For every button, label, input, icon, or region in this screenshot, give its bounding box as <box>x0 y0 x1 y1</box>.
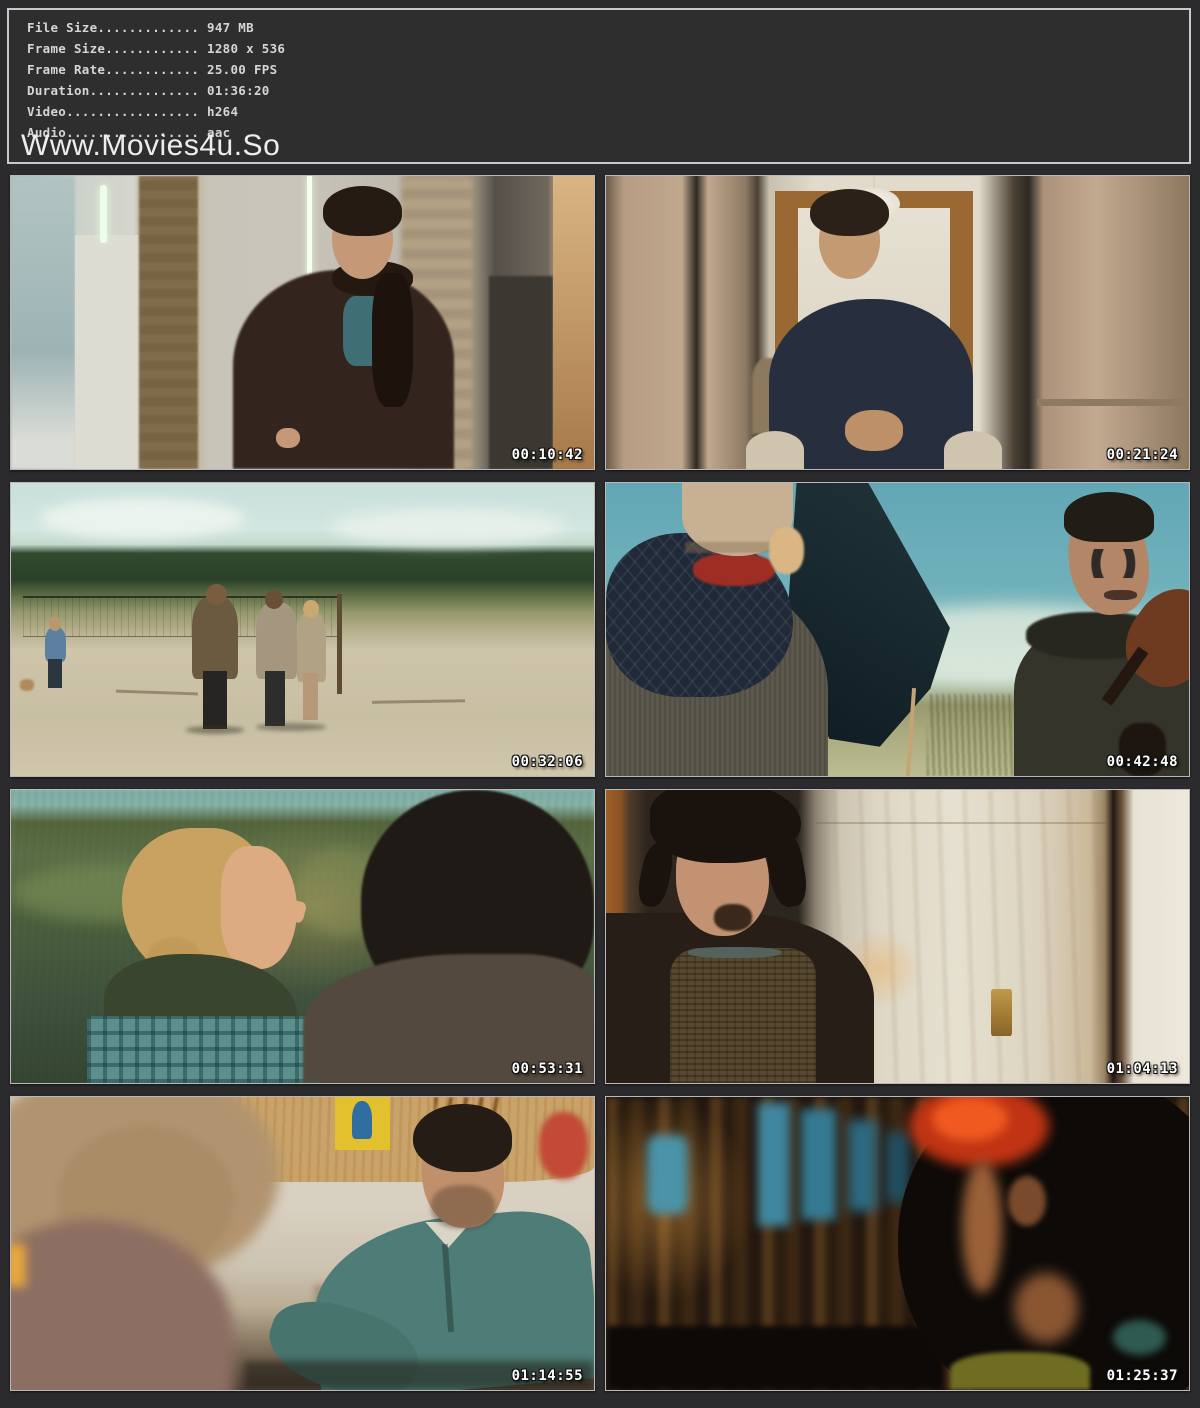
ear <box>1008 1176 1046 1226</box>
red-highlight <box>932 1097 1008 1141</box>
neon-light-strip <box>100 185 107 244</box>
wall-seam <box>816 822 1108 824</box>
scene-dark-room <box>606 1097 1189 1390</box>
window-light <box>758 1103 790 1226</box>
shirt-collar <box>688 947 781 959</box>
screenshot-thumbnail-1: 00:10:42 <box>10 175 595 470</box>
screenshot-thumbnail-6: 01:04:13 <box>605 789 1190 1084</box>
stubble <box>431 1185 495 1229</box>
child-drawing-red <box>539 1112 589 1179</box>
knit-sweater <box>670 948 816 1083</box>
brick-pillar <box>139 176 197 469</box>
hair <box>810 189 889 236</box>
figure-shadow <box>186 726 244 733</box>
scene-loft-interior <box>11 176 594 469</box>
legs <box>203 671 226 730</box>
scene-white-hallway <box>606 790 1189 1083</box>
glasses <box>1078 549 1148 578</box>
warm-light <box>11 1244 26 1288</box>
figure-shadow <box>256 723 326 730</box>
beach-object <box>20 679 35 691</box>
hair <box>1064 492 1154 542</box>
hair <box>769 527 804 574</box>
frame-rate-line: Frame Rate............ 25.00 FPS <box>27 59 1189 80</box>
file-size-line: File Size............. 947 MB <box>27 17 1189 38</box>
scene-beach-volleyball <box>11 483 594 776</box>
head <box>265 590 284 609</box>
legs <box>303 673 318 720</box>
mustache <box>1104 590 1136 600</box>
timestamp-overlay: 00:21:24 <box>1107 447 1178 463</box>
person-blonde-woman <box>297 612 326 682</box>
dark-foreground <box>606 1326 944 1390</box>
media-info-panel: File Size............. 947 MB Frame Size… <box>7 8 1191 164</box>
brass-lock-plate <box>991 989 1012 1036</box>
cloud <box>332 509 565 544</box>
timestamp-overlay: 00:53:31 <box>512 1061 583 1077</box>
drawing-blue-figure <box>352 1101 372 1139</box>
teal-glint <box>1113 1320 1165 1355</box>
scene-conversation <box>11 1097 594 1390</box>
face-profile <box>221 846 297 969</box>
timestamp-overlay: 01:25:37 <box>1107 1368 1178 1384</box>
scene-beige-room <box>606 176 1189 469</box>
person-brown-coat <box>192 597 239 679</box>
screenshot-thumbnail-2: 00:21:24 <box>605 175 1190 470</box>
armchair <box>746 431 804 469</box>
legs <box>265 671 285 727</box>
timestamp-overlay: 01:14:55 <box>512 1368 583 1384</box>
plaid-jacket <box>87 1016 320 1083</box>
hair <box>323 186 402 236</box>
hand <box>276 428 299 449</box>
white-partition <box>75 235 139 469</box>
collar <box>950 1352 1090 1390</box>
window-light <box>801 1109 836 1220</box>
person-blue-jacket <box>45 627 66 662</box>
screenshot-grid: 00:10:42 00:21:24 <box>0 175 1200 1391</box>
clasped-hands <box>845 410 903 451</box>
head <box>49 616 61 631</box>
frame-size-line: Frame Size............ 1280 x 536 <box>27 38 1189 59</box>
legs <box>48 659 62 688</box>
timestamp-overlay: 00:32:06 <box>512 754 583 770</box>
person-gray-sweater <box>256 603 297 679</box>
net-pole <box>337 594 342 694</box>
screenshot-thumbnail-8: 01:25:37 <box>605 1096 1190 1391</box>
neon-light-strip <box>307 176 312 281</box>
site-watermark: Www.Movies4u.So <box>21 131 280 161</box>
scene-beach-flag <box>606 483 1189 776</box>
video-codec-line: Video................. h264 <box>27 101 1189 122</box>
man-coat <box>233 270 455 469</box>
screenshot-thumbnail-7: 01:14:55 <box>10 1096 595 1391</box>
screenshot-thumbnail-5: 00:53:31 <box>10 789 595 1084</box>
timestamp-overlay: 00:10:42 <box>512 447 583 463</box>
head <box>206 584 226 605</box>
face-edge-light <box>962 1161 1003 1293</box>
window-light <box>848 1120 877 1211</box>
curly-hair <box>413 1104 512 1171</box>
screenshot-thumbnail-4: 00:42:48 <box>605 482 1190 777</box>
goatee <box>714 904 752 930</box>
warm-doorway <box>553 176 594 469</box>
cloud <box>40 498 244 539</box>
screenshot-thumbnail-3: 00:32:06 <box>10 482 595 777</box>
armchair <box>944 431 1002 469</box>
wall-trim <box>1037 399 1189 406</box>
shelf-cabinet <box>489 276 553 469</box>
staircase-wall <box>11 176 75 469</box>
scene-dune-grass <box>11 790 594 1083</box>
timestamp-overlay: 00:42:48 <box>1107 754 1178 770</box>
timestamp-overlay: 01:04:13 <box>1107 1061 1178 1077</box>
duration-line: Duration.............. 01:36:20 <box>27 80 1189 101</box>
window-light <box>647 1135 688 1214</box>
scarf <box>372 273 413 408</box>
head <box>303 600 319 618</box>
red-scarf <box>693 553 775 585</box>
neck-light <box>1014 1273 1078 1343</box>
